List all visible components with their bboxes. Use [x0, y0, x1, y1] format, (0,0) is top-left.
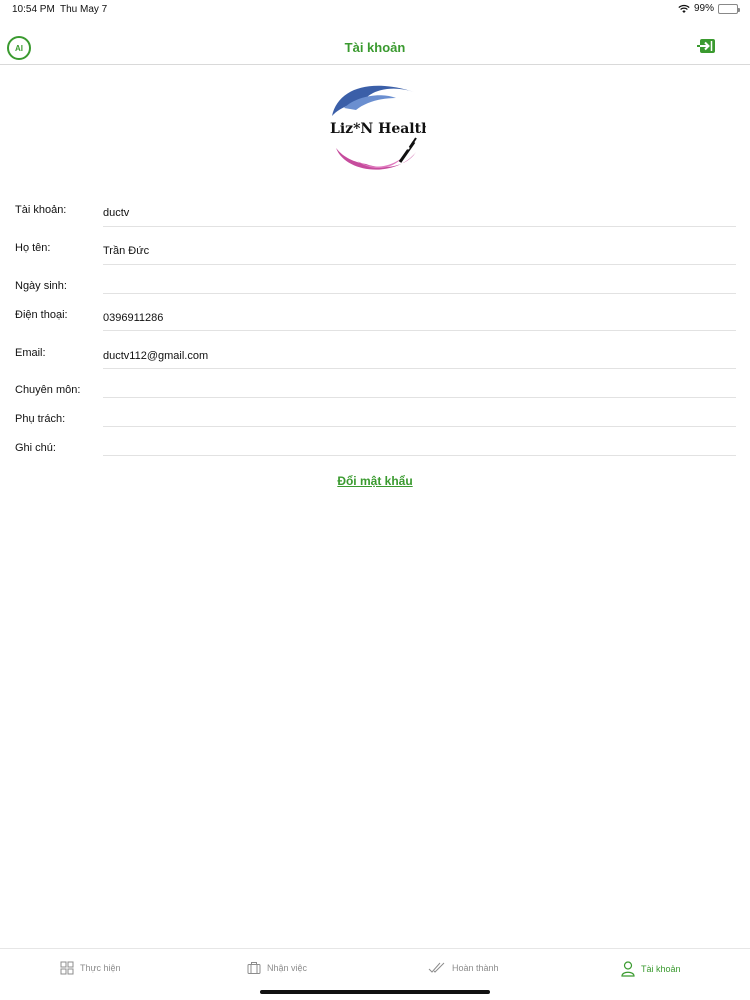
- status-time: 10:54 PM: [12, 4, 55, 15]
- birthday-divider: [103, 293, 736, 294]
- tab-thuc-hien[interactable]: Thực hiện: [60, 961, 121, 975]
- phone-field[interactable]: 0396911286: [103, 312, 163, 324]
- note-label: Ghi chú:: [15, 442, 56, 454]
- tab-label: Nhận việc: [267, 963, 308, 973]
- tab-label: Hoàn thành: [452, 963, 499, 973]
- responsible-label: Phụ trách:: [15, 413, 66, 425]
- grid-icon: [60, 961, 74, 975]
- tab-label: Tài khoản: [641, 964, 681, 974]
- phone-label: Điện thoại:: [15, 309, 68, 321]
- status-date: Thu May 7: [60, 4, 108, 15]
- tab-nhan-viec[interactable]: Nhận việc: [247, 961, 307, 975]
- phone-divider: [103, 330, 736, 331]
- email-label: Email:: [15, 347, 46, 359]
- double-check-icon: [428, 962, 445, 973]
- nav-bar: AI Tài khoản: [0, 30, 750, 65]
- specialty-divider: [103, 397, 736, 398]
- logout-icon[interactable]: [696, 38, 716, 54]
- tab-tai-khoan[interactable]: Tài khoản: [621, 961, 681, 977]
- briefcase-icon: [247, 962, 261, 974]
- fullname-field[interactable]: Trần Đức: [103, 245, 149, 257]
- tab-bar: Thực hiện Nhận việc Hoàn thành Tài khoản: [0, 948, 750, 1000]
- battery-text: 99%: [693, 3, 714, 14]
- battery-icon: [718, 3, 740, 14]
- email-field[interactable]: ductv112@gmail.com: [103, 350, 208, 362]
- specialty-label: Chuyên môn:: [15, 384, 81, 396]
- birthday-label: Ngày sinh:: [15, 280, 67, 292]
- status-bar: 10:54 PM Thu May 7 99%: [0, 0, 750, 18]
- account-divider: [103, 226, 736, 227]
- email-divider: [103, 368, 736, 369]
- tab-label: Thực hiện: [80, 963, 121, 973]
- account-label: Tài khoản:: [15, 204, 67, 216]
- wifi-icon: [678, 4, 690, 13]
- home-indicator: [260, 990, 490, 994]
- logo-brand-text: Liz*N Health: [330, 121, 426, 137]
- page-title: Tài khoản: [344, 40, 406, 55]
- account-value: ductv: [103, 207, 130, 219]
- fullname-label: Họ tên:: [15, 242, 51, 254]
- person-icon: [621, 961, 635, 977]
- responsible-divider: [103, 426, 736, 427]
- status-right: 99%: [678, 3, 740, 14]
- fullname-divider: [103, 264, 736, 265]
- tab-hoan-thanh[interactable]: Hoàn thành: [428, 961, 499, 975]
- change-password-link[interactable]: Đổi mật khẩu: [0, 474, 750, 488]
- brand-logo: Liz*N Health: [330, 85, 426, 170]
- note-divider: [103, 455, 736, 456]
